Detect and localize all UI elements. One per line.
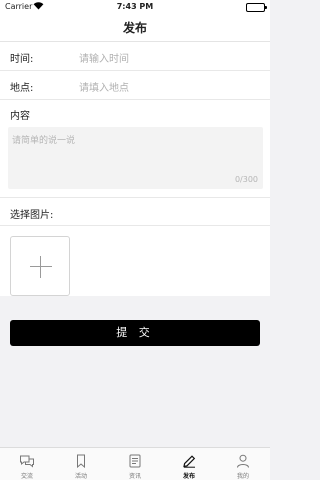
divider [0,197,270,198]
tab-profile[interactable]: 我的 [216,448,270,480]
tab-label: 资讯 [128,473,141,480]
place-field[interactable]: 地点: 请填入地点 [0,71,270,100]
content-placeholder: 请简单的说一说 [12,136,76,146]
status-bar: Carrier 7:43 PM [0,0,270,14]
tab-chat[interactable]: 交流 [0,448,54,480]
tab-activity[interactable]: 活动 [54,448,108,480]
time-label: 时间: [10,54,34,65]
tab-label: 交流 [20,473,33,480]
place-label: 地点: [10,83,34,94]
tab-bar: 交流 活动 资讯 发布 我的 [0,447,270,480]
content-textarea[interactable]: 请简单的说一说 0/300 [8,127,263,189]
add-image-button[interactable] [10,236,70,296]
tab-news[interactable]: 资讯 [108,448,162,480]
char-counter: 0/300 [234,175,258,184]
time-input[interactable]: 请输入时间 [79,50,129,65]
image-label: 选择图片: [10,210,54,221]
news-icon [127,453,143,468]
submit-button[interactable]: 提 交 [10,320,260,346]
content-label: 内容 [10,111,30,122]
image-section-header: 选择图片: [0,197,270,226]
bookmark-icon [73,453,89,469]
nav-bar: 发布 [0,14,270,42]
clock: 7:43 PM [116,2,154,11]
battery-icon [246,3,267,12]
divider [0,99,270,100]
chat-icon [19,453,35,468]
place-input[interactable]: 请填入地点 [79,79,129,94]
publish-form: 时间: 请输入时间 地点: 请填入地点 内容 请简单的说一说 0/300 选择图… [0,42,270,296]
tab-label: 活动 [74,473,87,480]
user-icon [235,453,251,468]
tab-label: 我的 [236,473,249,480]
tab-publish[interactable]: 发布 [162,448,216,480]
divider [0,225,270,226]
tab-label: 发布 [182,473,195,480]
page-title: 发布 [122,21,147,35]
time-field[interactable]: 时间: 请输入时间 [0,42,270,71]
pencil-icon [181,453,197,468]
